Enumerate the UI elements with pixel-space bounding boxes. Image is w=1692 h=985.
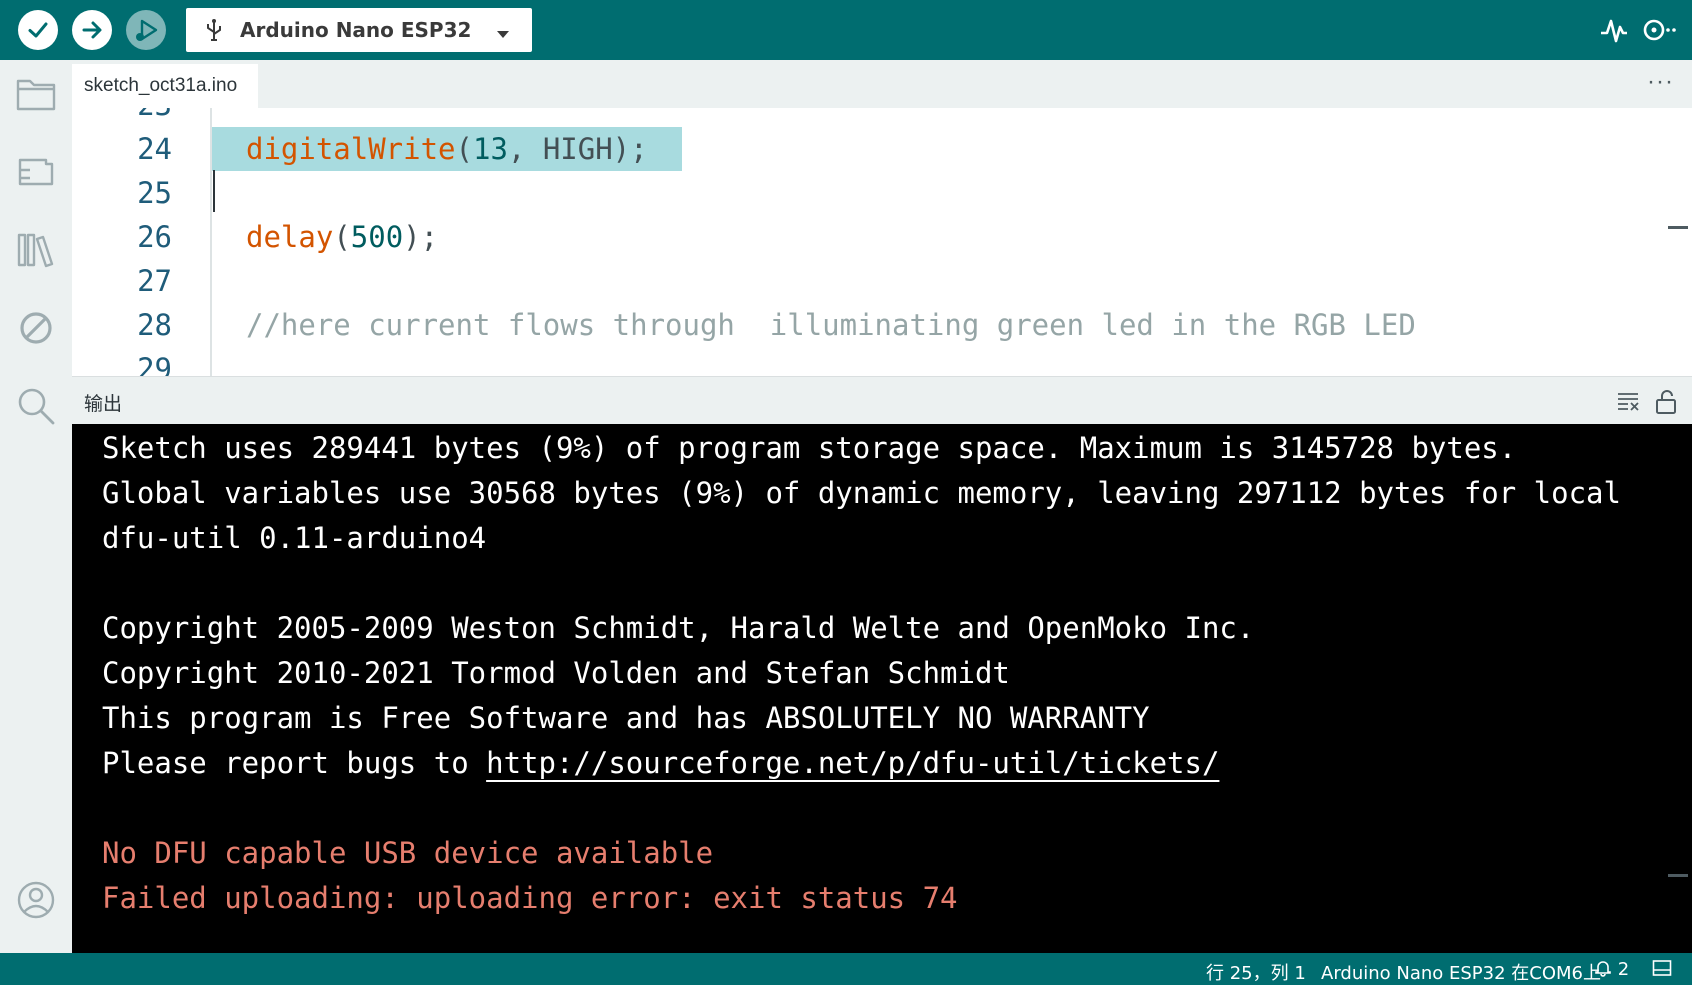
code-token-number: 500	[350, 220, 404, 254]
code-token: (	[333, 220, 351, 254]
unlock-icon	[1656, 390, 1676, 414]
scroll-lock-button[interactable]	[1654, 389, 1680, 414]
code-text: digitalWrite(13, HIGH);	[246, 127, 648, 171]
editor-scrollbar[interactable]	[1668, 226, 1688, 229]
folder-icon	[16, 79, 56, 111]
verify-button[interactable]	[18, 10, 58, 50]
notification-count: 2	[1617, 959, 1630, 980]
panel-icon	[1652, 960, 1672, 976]
line-number: 28	[137, 308, 172, 342]
code-comment: //here current flows through illuminatin…	[246, 308, 1416, 342]
board-name: Arduino Nano ESP32	[240, 18, 472, 42]
debug-disabled-icon	[20, 312, 52, 344]
code-line: 23	[72, 108, 1692, 127]
code-line: 25	[72, 171, 1692, 215]
serial-monitor-icon	[1643, 19, 1676, 41]
board-manager-icon	[18, 158, 54, 186]
toolbar: Arduino Nano ESP32	[0, 0, 1692, 60]
serial-plotter-icon	[1601, 19, 1627, 43]
code-line: 29	[72, 347, 1692, 376]
output-header: 输出	[72, 376, 1692, 424]
usb-icon	[204, 18, 224, 42]
line-number: 29	[137, 352, 172, 376]
line-number: 25	[137, 176, 172, 210]
cursor-position: 行 25，列 1	[1206, 963, 1306, 984]
code-line: 28 //here current flows through illumina…	[72, 303, 1692, 347]
line-number: 26	[137, 220, 172, 254]
output-console[interactable]: Sketch uses 289441 bytes (9%) of program…	[72, 424, 1692, 953]
code-token: ,	[507, 132, 543, 166]
verify-icon	[28, 22, 48, 38]
output-line: Global variables use 30568 bytes (9%) of…	[102, 476, 1621, 510]
chevron-down-icon	[496, 26, 510, 44]
code-token-function: delay	[246, 220, 334, 254]
bug-report-link[interactable]: http://sourceforge.net/p/dfu-util/ticket…	[486, 746, 1219, 780]
debug-icon	[136, 19, 158, 41]
code-editor[interactable]: 23 24 digitalWrite(13, HIGH); 25 26 dela…	[72, 108, 1692, 376]
console-scrollbar[interactable]	[1668, 874, 1688, 877]
error-line: Failed uploading: uploading error: exit …	[102, 881, 958, 915]
code-token: );	[612, 132, 648, 166]
status-bar: 行 25，列 1 Arduino Nano ESP32 在COM6上 2	[0, 953, 1692, 985]
profile-button[interactable]	[14, 878, 58, 922]
library-manager-button[interactable]	[14, 228, 58, 272]
more-options-icon[interactable]: ···	[1647, 68, 1674, 96]
search-icon	[18, 388, 55, 425]
error-line: No DFU capable USB device available	[102, 836, 714, 870]
serial-plotter-button[interactable]	[1594, 12, 1634, 48]
upload-button[interactable]	[72, 10, 112, 50]
boards-manager-button[interactable]	[14, 150, 58, 194]
board-port-status[interactable]: Arduino Nano ESP32 在COM6上	[1321, 959, 1601, 985]
profile-icon	[17, 881, 55, 919]
serial-monitor-button[interactable]	[1640, 12, 1680, 48]
code-line: 24 digitalWrite(13, HIGH);	[72, 127, 1692, 171]
line-number: 24	[137, 132, 172, 166]
output-title: 输出	[84, 393, 123, 415]
code-token: );	[403, 220, 439, 254]
output-line: This program is Free Software and has AB…	[102, 701, 1150, 735]
notifications-button[interactable]: 2	[1594, 959, 1629, 980]
code-line: 27	[72, 259, 1692, 303]
output-line: dfu-util 0.11-arduino4	[102, 521, 487, 555]
tab-bar: sketch_oct31a.ino ···	[72, 60, 1692, 108]
line-number: 27	[137, 264, 172, 298]
bug-report-text: Please report bugs to	[102, 746, 487, 780]
code-token: (	[455, 132, 473, 166]
search-button[interactable]	[14, 384, 58, 428]
clear-output-icon	[1618, 393, 1639, 411]
output-line: Sketch uses 289441 bytes (9%) of program…	[102, 431, 1517, 465]
line-number: 23	[72, 108, 172, 127]
code-token-constant: HIGH	[542, 132, 613, 166]
sketchbook-button[interactable]	[14, 72, 58, 116]
code-text: delay(500);	[246, 215, 438, 259]
clear-output-button[interactable]	[1616, 389, 1642, 413]
output-line: Copyright 2005-2009 Weston Schmidt, Hara…	[102, 611, 1255, 645]
output-line: Copyright 2010-2021 Tormod Volden and St…	[102, 656, 1010, 690]
debug-button[interactable]	[126, 10, 166, 50]
upload-icon	[82, 21, 102, 39]
output-line: Please report bugs to http://sourceforge…	[102, 741, 1219, 785]
code-token-number: 13	[472, 132, 508, 166]
library-icon	[17, 233, 54, 268]
toggle-panel-button[interactable]	[1652, 959, 1672, 982]
code-line: 26 delay(500);	[72, 215, 1692, 259]
debug-panel-button[interactable]	[14, 306, 58, 350]
code-token-function: digitalWrite	[246, 132, 456, 166]
text-cursor	[213, 170, 215, 212]
board-selector[interactable]: Arduino Nano ESP32	[186, 8, 532, 52]
tab-sketch[interactable]: sketch_oct31a.ino	[72, 64, 258, 108]
sidebar	[0, 60, 72, 953]
bell-icon	[1595, 961, 1611, 977]
